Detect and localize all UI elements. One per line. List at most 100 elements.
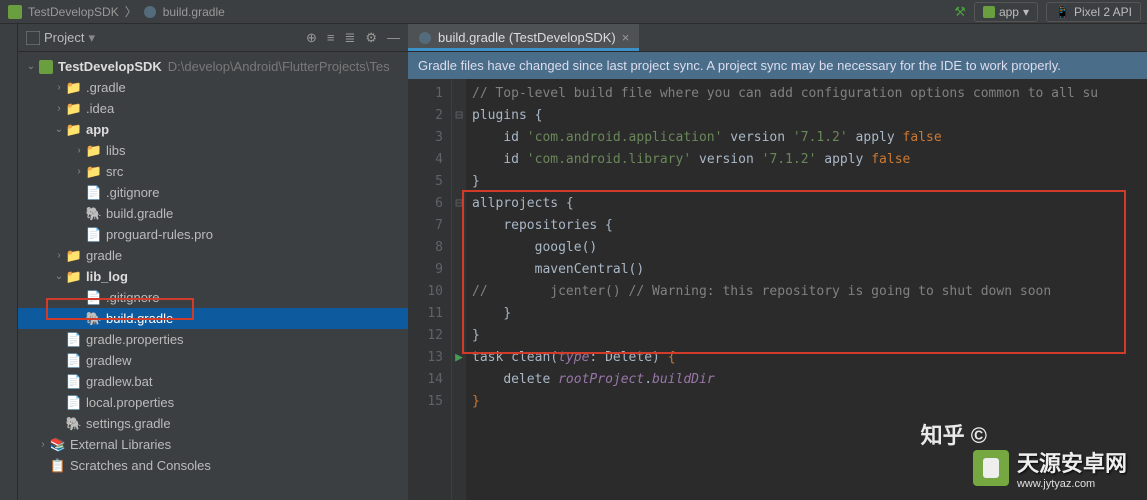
fold-icon[interactable]: ⊟ — [452, 105, 466, 127]
device-label: Pixel 2 API — [1074, 5, 1132, 19]
editor-area: build.gradle (TestDevelopSDK) × Gradle f… — [408, 24, 1147, 500]
run-config-selector[interactable]: app ▾ — [974, 2, 1038, 22]
locate-icon[interactable]: ⊕ — [306, 30, 317, 46]
library-icon: 📚 — [50, 437, 66, 453]
line-num: 13 — [408, 347, 443, 369]
code-body[interactable]: // Top-level build file where you can ad… — [466, 79, 1147, 500]
line-num: 15 — [408, 391, 443, 413]
scratch-icon: 📋 — [50, 458, 66, 474]
fold-icon[interactable]: ⊟ — [452, 193, 466, 215]
tree-label: gradle.properties — [86, 332, 184, 347]
tree-item-gitignore1[interactable]: 📄 .gitignore — [18, 182, 408, 203]
folder-icon: 📁 — [66, 80, 82, 96]
fold-gutter: ⊟ ⊟ ▶ — [452, 79, 466, 500]
gradle-file-icon: 🐘 — [86, 206, 102, 222]
chevron-right-icon: › — [72, 166, 86, 177]
line-num: 12 — [408, 325, 443, 347]
chevron-down-icon: ⌄ — [52, 271, 66, 282]
tree-item-localprops[interactable]: 📄local.properties — [18, 392, 408, 413]
tree-label: proguard-rules.pro — [106, 227, 213, 242]
project-tree[interactable]: ⌄TestDevelopSDKD:\develop\Android\Flutte… — [18, 52, 408, 500]
line-num: 5 — [408, 171, 443, 193]
code-editor[interactable]: 1 2 3 4 5 6 7 8 9 10 11 12 13 14 15 ⊟ ⊟ … — [408, 79, 1147, 500]
tool-window-stripe[interactable] — [0, 24, 18, 500]
tree-label: src — [106, 164, 123, 179]
line-num: 1 — [408, 83, 443, 105]
banner-text: Gradle files have changed since last pro… — [418, 58, 1061, 73]
collapse-icon[interactable]: ≣ — [344, 30, 355, 46]
tree-item-gradlewbat[interactable]: 📄gradlew.bat — [18, 371, 408, 392]
breadcrumb-seg2[interactable]: build.gradle — [163, 5, 225, 19]
tree-label: local.properties — [86, 395, 174, 410]
tree-label: lib_log — [86, 269, 128, 284]
tree-item-libs[interactable]: ›📁libs — [18, 140, 408, 161]
expand-icon[interactable]: ≡ — [327, 30, 335, 46]
tree-label: .gitignore — [106, 290, 159, 305]
editor-tabs: build.gradle (TestDevelopSDK) × — [408, 24, 1147, 52]
tree-item-gradlew[interactable]: 📄gradlew — [18, 350, 408, 371]
tree-item-liblog[interactable]: ⌄📁 lib_log — [18, 266, 408, 287]
sync-banner[interactable]: Gradle files have changed since last pro… — [408, 52, 1147, 79]
hammer-icon[interactable]: ⚒ — [954, 4, 966, 20]
tree-item-scratches[interactable]: 📋Scratches and Consoles — [18, 455, 408, 476]
gear-icon[interactable]: ⚙ — [365, 30, 377, 46]
line-num: 11 — [408, 303, 443, 325]
chevron-right-icon: › — [52, 250, 66, 261]
folder-icon: 📁 — [66, 101, 82, 117]
tree-label: .idea — [86, 101, 114, 116]
tree-label: libs — [106, 143, 126, 158]
tree-item-idea[interactable]: ›📁 .idea — [18, 98, 408, 119]
run-icon[interactable]: ▶ — [452, 347, 466, 369]
file-icon: 📄 — [66, 353, 82, 369]
tree-item-src[interactable]: ›📁src — [18, 161, 408, 182]
watermark-title: 天源安卓网 — [1017, 446, 1127, 478]
close-icon[interactable]: × — [622, 30, 630, 45]
tree-item-gradledir[interactable]: ›📁gradle — [18, 245, 408, 266]
tree-item-gradle[interactable]: ›📁.gradle — [18, 77, 408, 98]
run-config-label: app — [999, 5, 1019, 19]
file-icon: 📄 — [86, 290, 102, 306]
folder-icon: 📁 — [86, 143, 102, 159]
tree-label: gradle — [86, 248, 122, 263]
tree-item-buildgradle1[interactable]: 🐘build.gradle — [18, 203, 408, 224]
gradle-file-icon: 🐘 — [66, 416, 82, 432]
device-selector[interactable]: 📱 Pixel 2 API — [1046, 2, 1141, 22]
project-view-icon — [26, 31, 40, 45]
tree-item-buildgradle2[interactable]: 🐘 build.gradle — [18, 308, 408, 329]
tree-label: External Libraries — [70, 437, 171, 452]
tab-label: build.gradle (TestDevelopSDK) — [438, 30, 616, 45]
tree-item-gitignore2[interactable]: 📄 .gitignore — [18, 287, 408, 308]
chevron-right-icon: › — [52, 103, 66, 114]
chevron-down-icon[interactable]: ▾ — [88, 30, 95, 46]
line-num: 6 — [408, 193, 443, 215]
tree-label: app — [86, 122, 109, 137]
project-title[interactable]: Project — [44, 30, 84, 45]
tree-root[interactable]: ⌄TestDevelopSDKD:\develop\Android\Flutte… — [18, 56, 408, 77]
minimize-icon[interactable]: — — [387, 30, 400, 46]
tab-active-indicator — [408, 48, 639, 51]
module-folder-icon: 📁 — [66, 269, 82, 285]
file-icon: 📄 — [86, 185, 102, 201]
phone-icon: 📱 — [1055, 5, 1070, 19]
tree-item-app[interactable]: ⌄📁app — [18, 119, 408, 140]
tree-path: D:\develop\Android\FlutterProjects\Tes — [168, 59, 390, 74]
gradle-file-icon: 🐘 — [86, 311, 102, 327]
tree-label: .gradle — [86, 80, 126, 95]
tab-buildgradle[interactable]: build.gradle (TestDevelopSDK) × — [408, 24, 639, 51]
tree-item-gradleprops[interactable]: 📄gradle.properties — [18, 329, 408, 350]
site-watermark: 天源安卓网 www.jytyaz.com — [973, 446, 1127, 490]
file-icon: 📄 — [66, 374, 82, 390]
tree-item-settings[interactable]: 🐘settings.gradle — [18, 413, 408, 434]
line-num: 2 — [408, 105, 443, 127]
tree-label: build.gradle — [106, 311, 173, 326]
breadcrumb-seg1[interactable]: TestDevelopSDK — [28, 5, 119, 19]
gradle-icon — [143, 5, 157, 19]
watermark-url: www.jytyaz.com — [1017, 478, 1127, 490]
module-folder-icon: 📁 — [66, 122, 82, 138]
tree-item-extlib[interactable]: ›📚External Libraries — [18, 434, 408, 455]
line-num: 7 — [408, 215, 443, 237]
tree-label: .gitignore — [106, 185, 159, 200]
tree-item-proguard[interactable]: 📄proguard-rules.pro — [18, 224, 408, 245]
line-num: 3 — [408, 127, 443, 149]
chevron-down-icon: ▾ — [1023, 5, 1029, 19]
